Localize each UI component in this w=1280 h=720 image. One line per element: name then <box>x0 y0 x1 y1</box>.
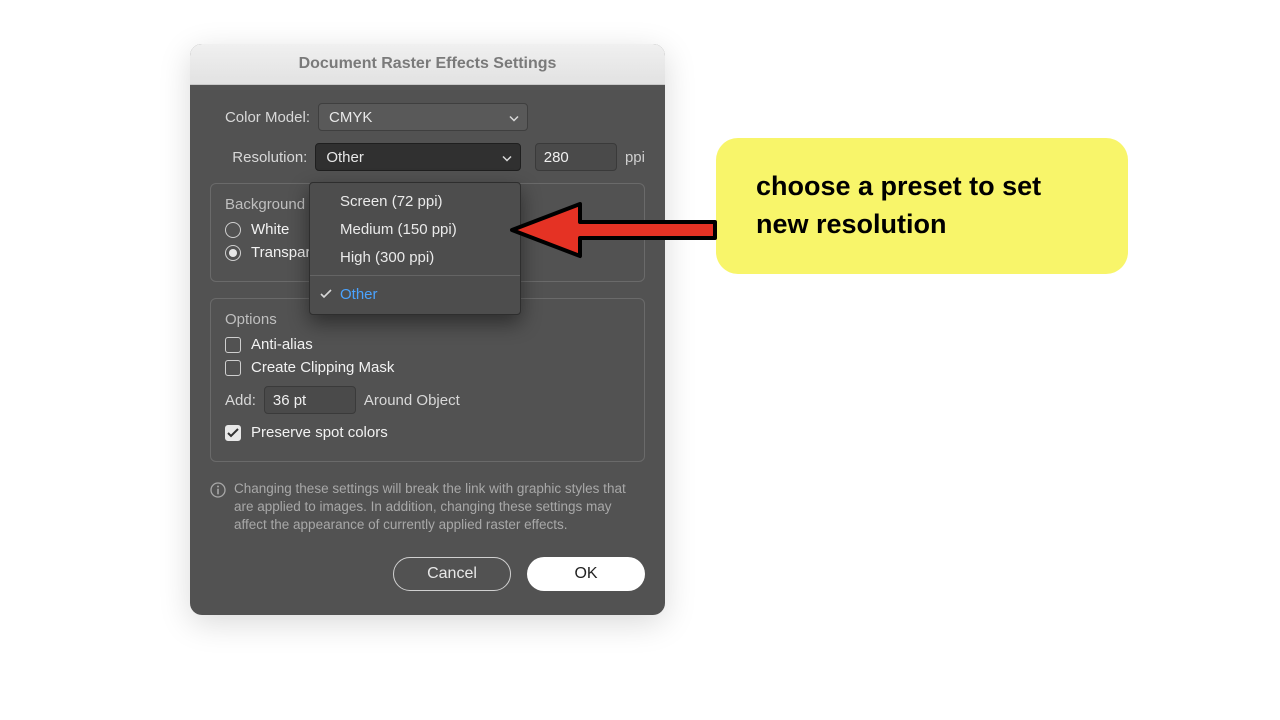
dialog-title: Document Raster Effects Settings <box>190 44 665 85</box>
resolution-custom-value: 280 <box>544 149 569 166</box>
resolution-label: Resolution: <box>210 149 315 166</box>
add-label-post: Around Object <box>364 392 460 409</box>
resolution-option-high[interactable]: High (300 ppi) <box>310 243 520 271</box>
color-model-row: Color Model: CMYK <box>210 103 645 131</box>
checkbox-icon <box>225 360 241 376</box>
anti-alias-checkbox[interactable]: Anti-alias <box>225 336 630 353</box>
raster-effects-dialog: Document Raster Effects Settings Color M… <box>190 44 665 615</box>
callout-text: choose a preset to set new resolution <box>756 168 1088 244</box>
resolution-option-other[interactable]: Other <box>310 275 520 310</box>
radio-icon <box>225 245 241 261</box>
color-model-select[interactable]: CMYK <box>318 103 528 131</box>
preserve-spot-label: Preserve spot colors <box>251 424 388 441</box>
checkbox-icon <box>225 337 241 353</box>
add-around-object-row: Add: 36 pt Around Object <box>225 386 630 414</box>
checkbox-icon <box>225 425 241 441</box>
button-row: Cancel OK <box>210 557 645 591</box>
ok-button[interactable]: OK <box>527 557 645 591</box>
add-value: 36 pt <box>273 392 306 409</box>
add-label-pre: Add: <box>225 392 256 409</box>
menu-item-label: Medium (150 ppi) <box>340 221 457 238</box>
add-value-input[interactable]: 36 pt <box>264 386 356 414</box>
clipping-mask-checkbox[interactable]: Create Clipping Mask <box>225 359 630 376</box>
color-model-label: Color Model: <box>210 109 318 126</box>
menu-item-label: Screen (72 ppi) <box>340 193 443 210</box>
clipping-mask-label: Create Clipping Mask <box>251 359 394 376</box>
resolution-option-screen[interactable]: Screen (72 ppi) <box>310 187 520 215</box>
cancel-button[interactable]: Cancel <box>393 557 511 591</box>
check-icon <box>320 286 332 303</box>
resolution-row: Resolution: Other 280 ppi <box>210 143 645 171</box>
resolution-custom-input[interactable]: 280 <box>535 143 617 171</box>
annotation-callout: choose a preset to set new resolution <box>716 138 1128 274</box>
options-panel: Options Anti-alias Create Clipping Mask … <box>210 298 645 462</box>
resolution-select[interactable]: Other <box>315 143 520 171</box>
annotation-arrow <box>500 190 720 275</box>
chevron-down-icon <box>509 109 519 126</box>
resolution-option-medium[interactable]: Medium (150 ppi) <box>310 215 520 243</box>
radio-icon <box>225 222 241 238</box>
menu-item-label: High (300 ppi) <box>340 249 434 266</box>
resolution-unit: ppi <box>625 149 645 166</box>
background-white-label: White <box>251 221 289 238</box>
color-model-value: CMYK <box>329 109 372 126</box>
ok-button-label: OK <box>574 565 597 583</box>
chevron-down-icon <box>502 149 512 166</box>
dialog-body: Color Model: CMYK Resolution: Other 280 … <box>190 85 665 615</box>
info-icon <box>210 482 226 535</box>
resolution-dropdown-menu: Screen (72 ppi) Medium (150 ppi) High (3… <box>309 182 521 315</box>
info-row: Changing these settings will break the l… <box>210 480 645 535</box>
resolution-value: Other <box>326 149 364 166</box>
menu-item-label: Other <box>340 286 378 303</box>
anti-alias-label: Anti-alias <box>251 336 313 353</box>
info-text: Changing these settings will break the l… <box>234 480 645 535</box>
preserve-spot-checkbox[interactable]: Preserve spot colors <box>225 424 630 441</box>
cancel-button-label: Cancel <box>427 565 477 583</box>
